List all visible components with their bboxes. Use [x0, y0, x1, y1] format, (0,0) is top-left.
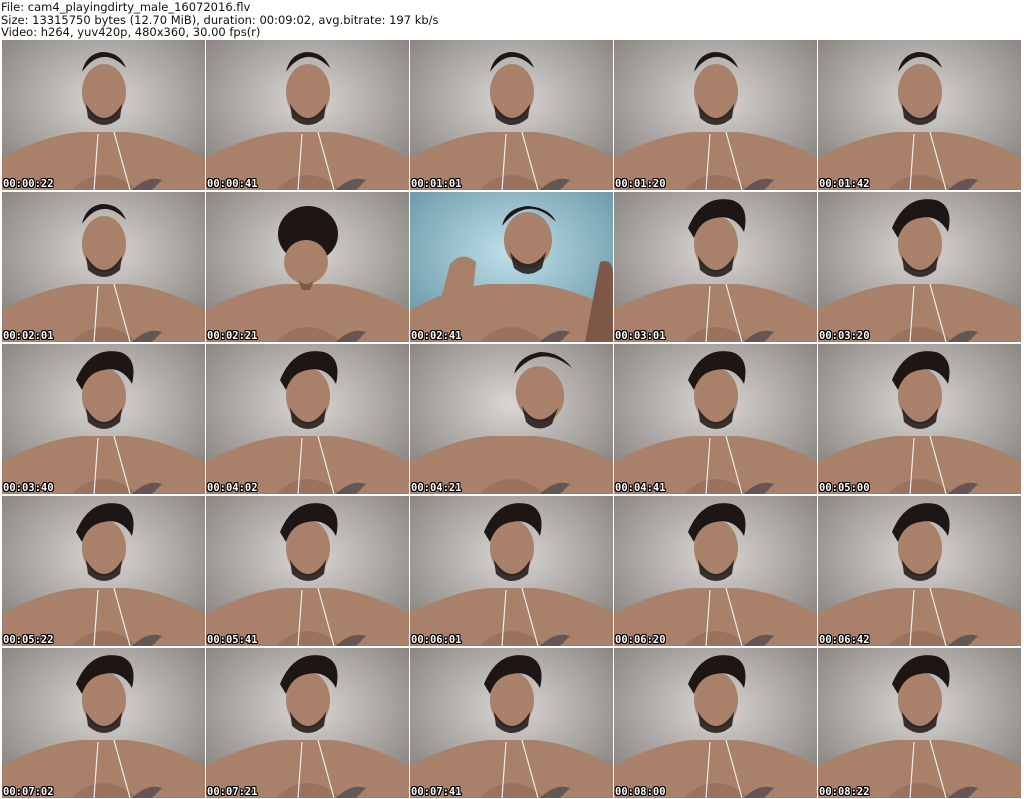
video-frame-thumbnail: 00:05:41 — [206, 496, 409, 646]
frame-timestamp: 00:02:21 — [207, 330, 258, 342]
frame-timestamp: 00:07:02 — [3, 786, 54, 798]
frame-timestamp: 00:08:22 — [819, 786, 870, 798]
video-frame-thumbnail: 00:08:22 — [818, 648, 1021, 798]
frame-timestamp: 00:06:42 — [819, 634, 870, 646]
frame-timestamp: 00:04:41 — [615, 482, 666, 494]
video-frame-thumbnail: 00:04:41 — [614, 344, 817, 494]
video-frame-thumbnail: 00:01:01 — [410, 40, 613, 190]
frame-timestamp: 00:02:01 — [3, 330, 54, 342]
video-frame-thumbnail: 00:01:20 — [614, 40, 817, 190]
frame-timestamp: 00:01:42 — [819, 178, 870, 190]
frame-timestamp: 00:04:02 — [207, 482, 258, 494]
frame-timestamp: 00:07:21 — [207, 786, 258, 798]
frame-timestamp: 00:00:22 — [3, 178, 54, 190]
frame-timestamp: 00:01:01 — [411, 178, 462, 190]
video-frame-thumbnail: 00:06:20 — [614, 496, 817, 646]
video-frame-thumbnail: 00:07:41 — [410, 648, 613, 798]
video-frame-thumbnail: 00:08:00 — [614, 648, 817, 798]
video-frame-thumbnail: 00:02:01 — [2, 192, 205, 342]
video-frame-thumbnail: 00:03:20 — [818, 192, 1021, 342]
frame-timestamp: 00:03:40 — [3, 482, 54, 494]
frame-timestamp: 00:05:22 — [3, 634, 54, 646]
video-frame-thumbnail: 00:07:02 — [2, 648, 205, 798]
video-frame-thumbnail: 00:05:22 — [2, 496, 205, 646]
file-name-line: File: cam4_playingdirty_male_16072016.fl… — [1, 0, 251, 14]
frame-timestamp: 00:07:41 — [411, 786, 462, 798]
video-frame-thumbnail: 00:07:21 — [206, 648, 409, 798]
video-frame-thumbnail: 00:03:40 — [2, 344, 205, 494]
video-frame-thumbnail: 00:05:00 — [818, 344, 1021, 494]
video-frame-thumbnail: 00:00:41 — [206, 40, 409, 190]
frame-timestamp: 00:00:41 — [207, 178, 258, 190]
video-frame-thumbnail: 00:00:22 — [2, 40, 205, 190]
frame-timestamp: 00:04:21 — [411, 482, 462, 494]
frame-timestamp: 00:05:00 — [819, 482, 870, 494]
frame-timestamp: 00:03:01 — [615, 330, 666, 342]
video-frame-thumbnail: 00:01:42 — [818, 40, 1021, 190]
video-frame-thumbnail: 00:04:02 — [206, 344, 409, 494]
video-frame-thumbnail: 00:02:21 — [206, 192, 409, 342]
frame-timestamp: 00:08:00 — [615, 786, 666, 798]
video-info-header: File: cam4_playingdirty_male_16072016.fl… — [0, 0, 1024, 40]
frame-timestamp: 00:06:20 — [615, 634, 666, 646]
video-frame-thumbnail: 00:06:42 — [818, 496, 1021, 646]
video-frame-thumbnail: 00:06:01 — [410, 496, 613, 646]
video-info-line: Video: h264, yuv420p, 480x360, 30.00 fps… — [1, 25, 261, 39]
frame-timestamp: 00:03:20 — [819, 330, 870, 342]
video-frame-thumbnail: 00:03:01 — [614, 192, 817, 342]
thumbnail-grid: 00:00:22 00:00:41 00:01:01 00:01:20 00:0… — [2, 40, 1024, 799]
frame-timestamp: 00:05:41 — [207, 634, 258, 646]
video-frame-thumbnail: 00:02:41 — [410, 192, 613, 342]
frame-timestamp: 00:02:41 — [411, 330, 462, 342]
video-frame-thumbnail: 00:04:21 — [410, 344, 613, 494]
frame-timestamp: 00:06:01 — [411, 634, 462, 646]
frame-timestamp: 00:01:20 — [615, 178, 666, 190]
